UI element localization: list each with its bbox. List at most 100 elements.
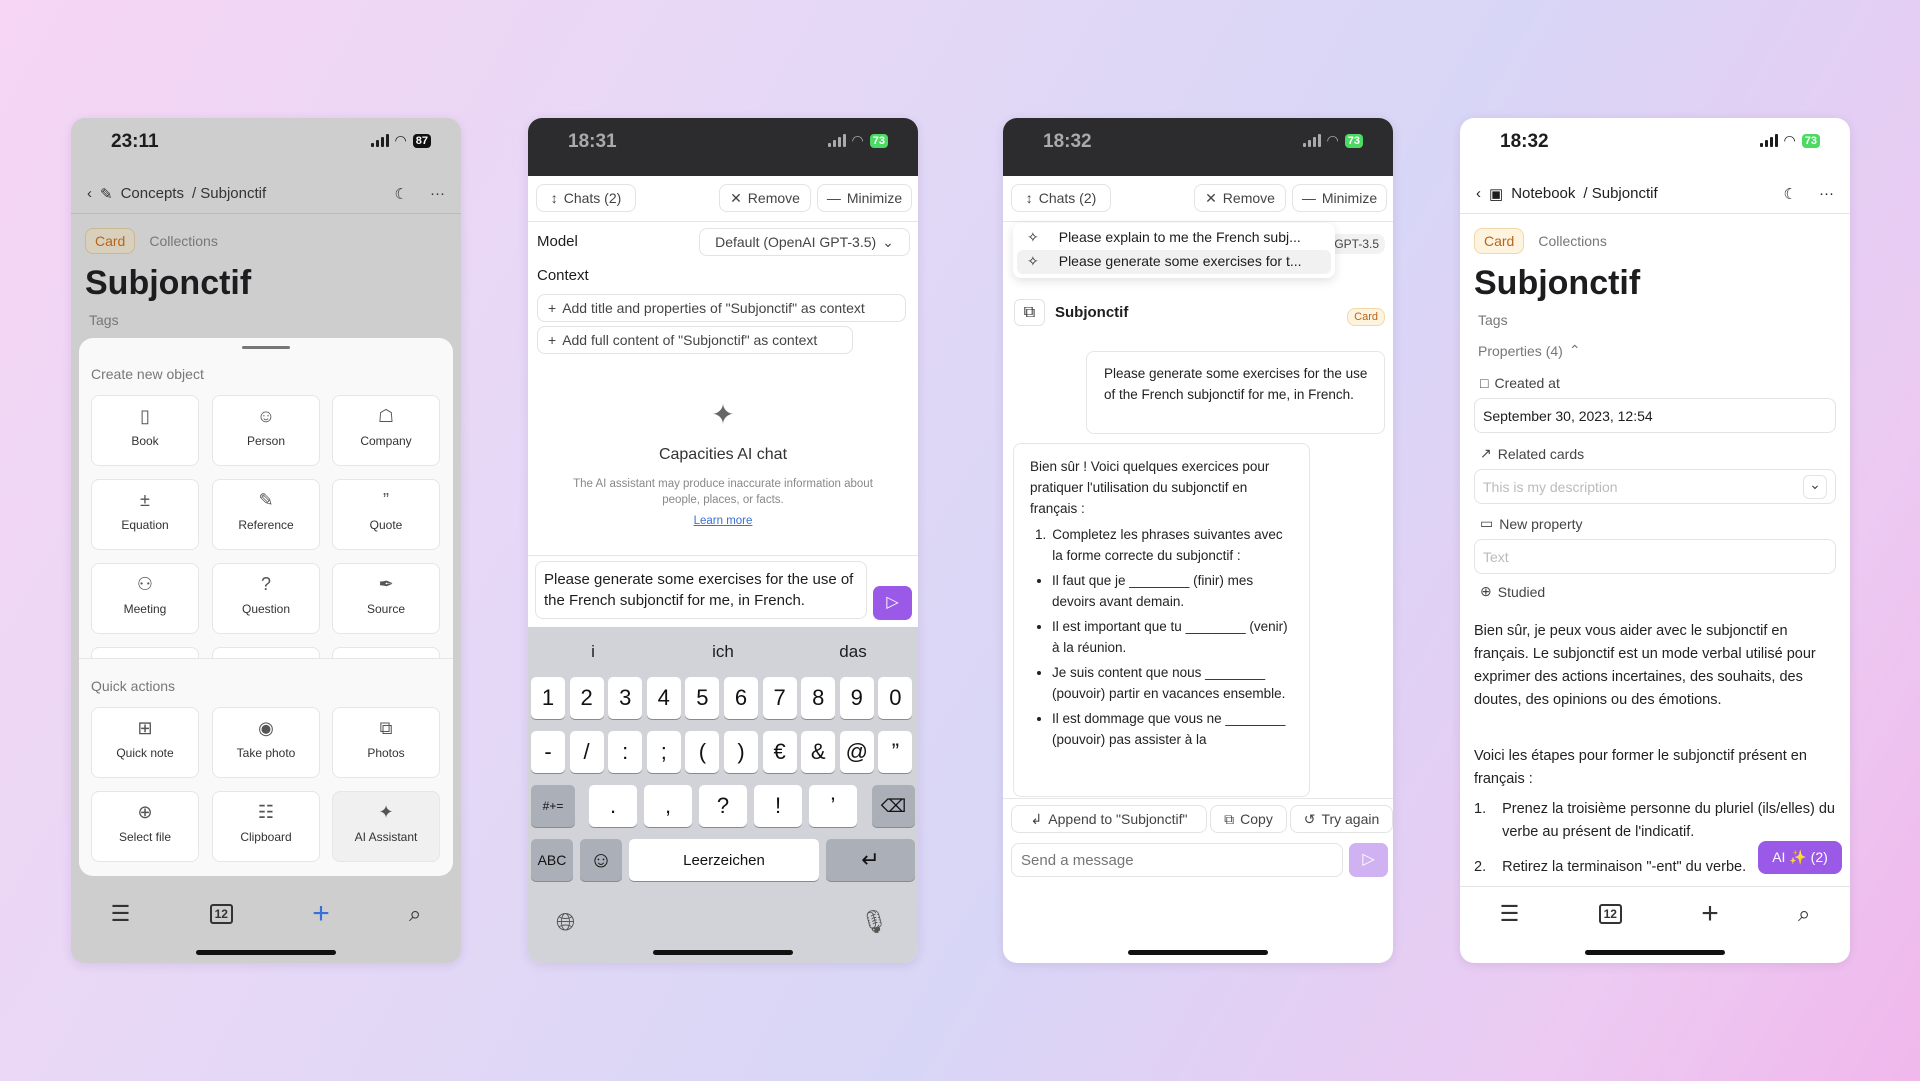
tile-clipboard[interactable]: ☷ Clipboard: [212, 791, 320, 862]
add-icon[interactable]: +: [312, 897, 330, 931]
tile-meeting[interactable]: ⚇ Meeting: [91, 563, 199, 634]
moon-icon[interactable]: ☾: [1784, 185, 1797, 203]
key[interactable]: ): [724, 731, 758, 773]
suggestion[interactable]: ich: [658, 642, 788, 662]
list-icon[interactable]: ☰: [1500, 901, 1520, 927]
search-icon[interactable]: ⌕: [1798, 901, 1810, 927]
send-button[interactable]: ▷: [1349, 843, 1388, 877]
copy-button[interactable]: ⧉ Copy: [1210, 805, 1287, 833]
tile-company[interactable]: ☖ Company: [332, 395, 440, 466]
sheet-handle[interactable]: [242, 346, 290, 349]
message-input[interactable]: [1011, 843, 1343, 877]
emoji-key[interactable]: ☺: [580, 839, 622, 881]
ai-chats-button[interactable]: AI ✨ (2): [1758, 841, 1842, 874]
back-icon[interactable]: ‹: [87, 185, 92, 202]
key[interactable]: :: [608, 731, 643, 773]
minimize-button[interactable]: — Minimize: [817, 184, 912, 212]
key[interactable]: ”: [878, 731, 913, 773]
key[interactable]: €: [762, 731, 797, 773]
chevron-down-icon[interactable]: ⌄: [1803, 474, 1827, 499]
key[interactable]: /: [569, 731, 604, 773]
new-property-field[interactable]: Text: [1474, 539, 1836, 574]
key[interactable]: ,: [644, 785, 692, 827]
chats-dropdown[interactable]: ↕ Chats (2): [1011, 184, 1111, 212]
add-title-context-button[interactable]: + Add title and properties of "Subjonctif…: [537, 294, 906, 322]
card-chip[interactable]: Card: [85, 228, 136, 254]
send-button[interactable]: ▷: [873, 586, 912, 620]
related-cards-field[interactable]: This is my description ⌄: [1474, 469, 1836, 504]
chat-list-item-active[interactable]: ✧ Please generate some exercises for t...: [1017, 250, 1331, 274]
add-icon[interactable]: +: [1701, 897, 1719, 931]
key[interactable]: 3: [608, 677, 643, 719]
suggestion[interactable]: i: [528, 642, 658, 662]
tags-button[interactable]: Tags: [1478, 312, 1508, 328]
suggestion[interactable]: das: [788, 642, 918, 662]
tile-source[interactable]: ✒ Source: [332, 563, 440, 634]
key[interactable]: 0: [878, 677, 913, 719]
more-icon[interactable]: ···: [430, 185, 445, 202]
tags-button[interactable]: Tags: [89, 312, 119, 328]
collections-button[interactable]: Collections: [149, 233, 217, 249]
key[interactable]: ’: [809, 785, 857, 827]
back-icon[interactable]: ‹: [1476, 185, 1481, 202]
tile-photos[interactable]: ⧉ Photos: [332, 707, 440, 778]
key[interactable]: 5: [685, 677, 720, 719]
minimize-button[interactable]: — Minimize: [1292, 184, 1387, 212]
calendar-icon[interactable]: 12: [209, 903, 233, 924]
key[interactable]: 8: [801, 677, 836, 719]
globe-icon[interactable]: 🌐︎: [556, 909, 575, 937]
tile-ai-assistant[interactable]: ✦ AI Assistant: [332, 791, 440, 862]
calendar-icon[interactable]: 12: [1598, 904, 1622, 924]
remove-button[interactable]: ✕ Remove: [1194, 184, 1286, 212]
backspace-key[interactable]: ⌫: [872, 785, 915, 827]
model-select[interactable]: Default (OpenAI GPT-3.5) ⌄: [699, 228, 910, 256]
key[interactable]: !: [754, 785, 802, 827]
key[interactable]: (: [685, 731, 720, 773]
append-button[interactable]: ↲ Append to "Subjonctif": [1011, 805, 1207, 833]
remove-button[interactable]: ✕ Remove: [719, 184, 811, 212]
chat-list-item[interactable]: ✧ Please explain to me the French subj...: [1017, 226, 1331, 249]
tile-book[interactable]: ▯ Book: [91, 395, 199, 466]
abc-key[interactable]: ABC: [531, 839, 573, 881]
tile-equation[interactable]: ± Equation: [91, 479, 199, 550]
properties-toggle[interactable]: Properties (4) ⌃: [1478, 342, 1581, 359]
add-full-context-button[interactable]: + Add full content of "Subjonctif" as con…: [537, 326, 853, 354]
key[interactable]: 6: [724, 677, 758, 719]
search-icon[interactable]: ⌕: [409, 901, 421, 927]
symbols-key[interactable]: #+=: [531, 785, 575, 827]
model-select[interactable]: GPT-3.5: [1328, 234, 1385, 254]
message-input[interactable]: Please generate some exercises for the u…: [535, 561, 867, 619]
list-icon[interactable]: ☰: [111, 901, 131, 927]
chats-dropdown[interactable]: ↕ Chats (2): [536, 184, 636, 212]
key[interactable]: .: [589, 785, 637, 827]
key[interactable]: 9: [839, 677, 874, 719]
tile-question[interactable]: ? Question: [212, 563, 320, 634]
tile-person[interactable]: ☺ Person: [212, 395, 320, 466]
key[interactable]: 1: [531, 677, 565, 719]
card-chip[interactable]: Card: [1474, 228, 1525, 254]
created-field[interactable]: September 30, 2023, 12:54: [1474, 398, 1836, 433]
key[interactable]: ;: [646, 731, 681, 773]
key[interactable]: -: [531, 731, 565, 773]
key[interactable]: 2: [569, 677, 604, 719]
studied-property[interactable]: ⊕ Studied: [1480, 583, 1545, 600]
try-again-button[interactable]: ↺ Try again: [1290, 805, 1393, 833]
tile-reference[interactable]: ✎ Reference: [212, 479, 320, 550]
space-key[interactable]: Leerzeichen: [629, 839, 819, 881]
collections-button[interactable]: Collections: [1538, 233, 1606, 249]
tile-quote[interactable]: ” Quote: [332, 479, 440, 550]
learn-more-link[interactable]: Learn more: [528, 515, 918, 527]
key[interactable]: 7: [762, 677, 797, 719]
tile-take-photo[interactable]: ◉ Take photo: [212, 707, 320, 778]
tile-quick-note[interactable]: ⊞ Quick note: [91, 707, 199, 778]
breadcrumb-folder[interactable]: Concepts: [121, 185, 184, 202]
key[interactable]: &: [801, 731, 836, 773]
breadcrumb-folder[interactable]: Notebook: [1511, 185, 1575, 202]
moon-icon[interactable]: ☾: [395, 185, 408, 203]
key[interactable]: @: [839, 731, 874, 773]
more-icon[interactable]: ···: [1819, 185, 1834, 202]
tile-select-file[interactable]: ⊕ Select file: [91, 791, 199, 862]
key[interactable]: ?: [699, 785, 747, 827]
return-key[interactable]: ↵: [826, 839, 915, 881]
key[interactable]: 4: [646, 677, 681, 719]
